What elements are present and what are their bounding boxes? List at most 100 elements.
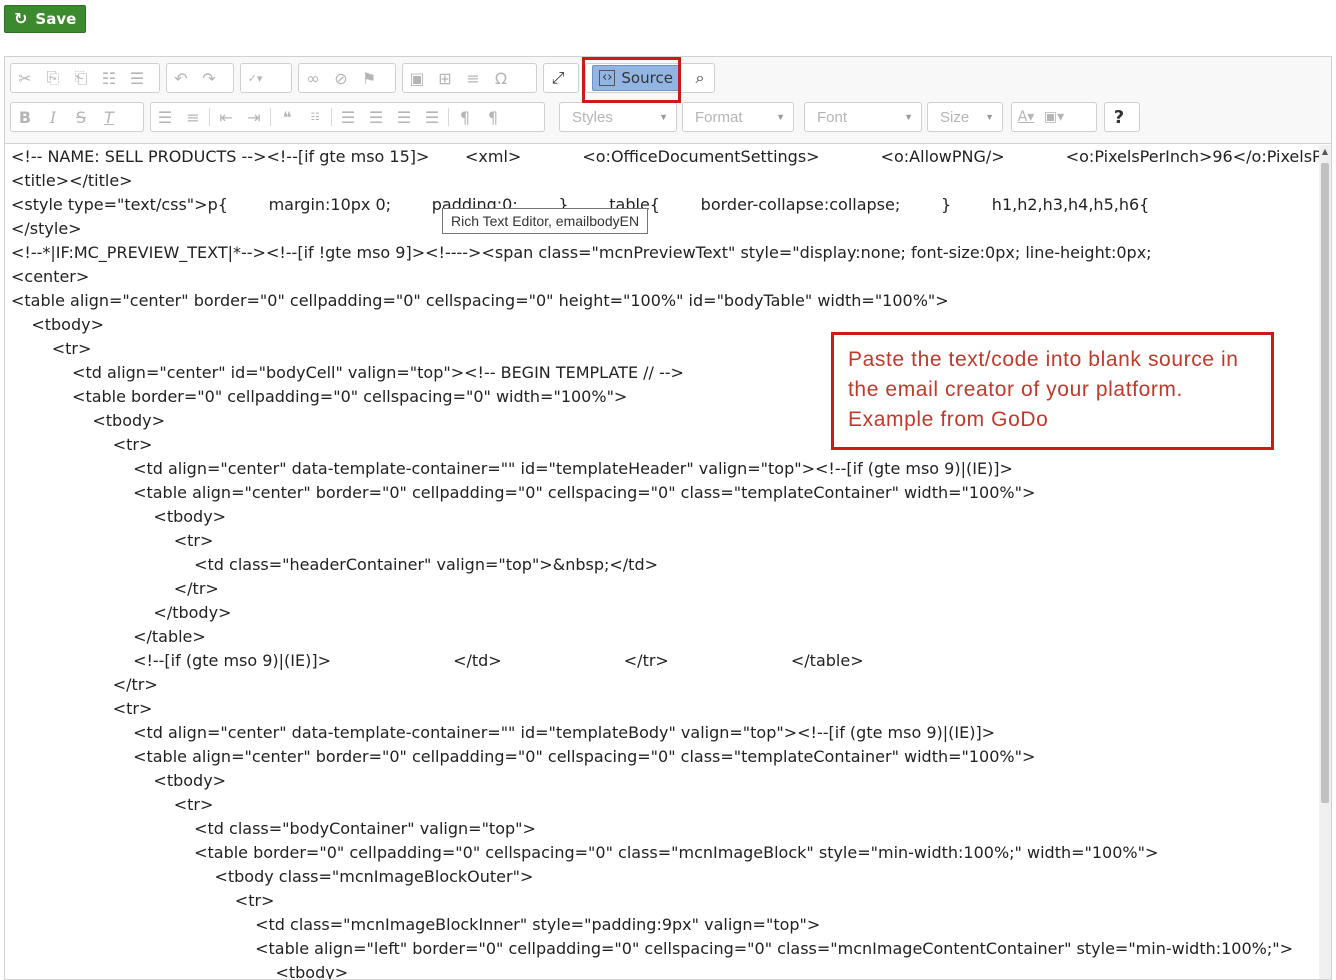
clipboard-group: ✂ ⎘ ⎗ ☷ ☰ (10, 63, 160, 93)
code-line: <title></title> (11, 171, 133, 190)
paste-text-icon[interactable]: ☷ (95, 64, 123, 92)
justify-icon[interactable]: ☰ (418, 103, 446, 131)
code-line: </tr> (11, 579, 219, 598)
code-line: </style> (11, 219, 82, 238)
italic-icon[interactable]: I (39, 103, 67, 131)
chevron-down-icon: ▼ (904, 112, 913, 122)
undo-icon[interactable]: ↶ (167, 64, 195, 92)
code-line: <tr> (11, 339, 92, 358)
preview-icon[interactable]: ⌕ (686, 64, 714, 92)
chevron-down-icon: ▼ (776, 112, 785, 122)
table-icon[interactable]: ⊞ (431, 64, 459, 92)
history-group: ↶ ↷ (166, 63, 234, 93)
source-highlight-box (582, 57, 681, 103)
code-line: <tr> (11, 891, 275, 910)
code-line: </table> (11, 627, 206, 646)
spellcheck-icon[interactable]: ✓▾ (241, 64, 269, 92)
ltr-icon[interactable]: ¶ (451, 103, 479, 131)
bold-icon[interactable]: B (11, 103, 39, 131)
code-line: <table align="center" border="0" cellpad… (11, 747, 1036, 766)
div-container-icon[interactable]: ☷ (301, 103, 329, 131)
code-line: <td align="center" id="bodyCell" valign=… (11, 363, 684, 382)
separator (270, 108, 271, 126)
rtl-icon[interactable]: ¶ (479, 103, 507, 131)
maximize-group: ⤢ (543, 63, 579, 93)
code-line: <tbody> (11, 411, 166, 430)
code-line: <tbody> (11, 963, 349, 980)
redo-icon[interactable]: ↷ (195, 64, 223, 92)
code-line: <tr> (11, 795, 214, 814)
code-line: <!--*|IF:MC_PREVIEW_TEXT|*--><!--[if !gt… (11, 243, 1152, 262)
size-label: Size (940, 108, 970, 126)
insert-group: ▣ ⊞ ≡ Ω (402, 63, 537, 93)
blockquote-icon[interactable]: ❝ (273, 103, 301, 131)
align-right-icon[interactable]: ☰ (390, 103, 418, 131)
code-line: <td class="mcnImageBlockInner" style="pa… (11, 915, 821, 934)
save-button[interactable]: ↻ Save (4, 5, 86, 33)
source-code-area[interactable]: <!-- NAME: SELL PRODUCTS --><!--[if gte … (11, 145, 1321, 980)
horizontal-line-icon[interactable]: ≡ (459, 64, 487, 92)
code-line: <table align="left" border="0" cellpaddi… (11, 939, 1294, 958)
format-dropdown[interactable]: Format ▼ (682, 102, 794, 132)
code-line: <center> (11, 267, 90, 286)
link-group: ∞ ⊘ ⚑ (298, 63, 396, 93)
size-dropdown[interactable]: Size ▼ (927, 102, 1003, 132)
code-line: <!-- NAME: SELL PRODUCTS --><!--[if gte … (11, 147, 1321, 166)
chevron-down-icon: ▼ (659, 112, 668, 122)
basic-style-group: B I S T (10, 102, 144, 132)
background-color-icon[interactable]: ▣▾ (1040, 103, 1068, 131)
text-color-icon[interactable]: A▾ (1012, 103, 1040, 131)
format-label: Format (695, 108, 743, 126)
code-line: </tbody> (11, 603, 232, 622)
align-center-icon[interactable]: ☰ (362, 103, 390, 131)
code-line: <tr> (11, 435, 153, 454)
strikethrough-icon[interactable]: S (67, 103, 95, 131)
save-button-label: Save (35, 10, 77, 28)
vertical-scrollbar[interactable]: ▲ (1319, 145, 1331, 979)
code-line: <tbody> (11, 771, 227, 790)
numbered-list-icon[interactable]: ☰ (151, 103, 179, 131)
separator (209, 108, 210, 126)
unlink-icon[interactable]: ⊘ (327, 64, 355, 92)
copy-icon[interactable]: ⎘ (39, 64, 67, 92)
code-line: <tr> (11, 531, 214, 550)
code-line: <td align="center" data-template-contain… (11, 459, 1013, 478)
chevron-down-icon: ▼ (985, 112, 994, 122)
align-left-icon[interactable]: ☰ (334, 103, 362, 131)
instruction-note: Paste the text/code into blank source in… (831, 332, 1274, 450)
bulleted-list-icon[interactable]: ≡ (179, 103, 207, 131)
font-label: Font (817, 108, 848, 126)
code-line: <td class="headerContainer" valign="top"… (11, 555, 658, 574)
special-char-icon[interactable]: Ω (487, 64, 515, 92)
spellcheck-group: ✓▾ (240, 63, 292, 93)
font-dropdown[interactable]: Font ▼ (804, 102, 922, 132)
indent-icon[interactable]: ⇥ (240, 103, 268, 131)
code-line: <tbody> (11, 507, 227, 526)
maximize-icon[interactable]: ⤢ (544, 64, 572, 92)
rich-text-editor: ✂ ⎘ ⎗ ☷ ☰ ↶ ↷ ✓▾ ∞ ⊘ ⚑ ▣ ⊞ ≡ Ω ⤢ ‹› Sour… (4, 56, 1332, 980)
code-line: <table align="center" border="0" cellpad… (11, 483, 1036, 502)
remove-format-icon[interactable]: T (95, 103, 123, 131)
paste-icon[interactable]: ⎗ (67, 64, 95, 92)
code-line: <table border="0" cellpadding="0" cellsp… (11, 843, 1159, 862)
paragraph-group: ☰ ≡ ⇤ ⇥ ❝ ☷ ☰ ☰ ☰ ☰ ¶ ¶ (150, 102, 545, 132)
code-line: <!--[if (gte mso 9)|(IE)]> </td> </tr> <… (11, 651, 864, 670)
code-line: <tbody class="mcnImageBlockOuter"> (11, 867, 534, 886)
scrollbar-thumb[interactable] (1321, 163, 1329, 803)
link-icon[interactable]: ∞ (299, 64, 327, 92)
image-icon[interactable]: ▣ (403, 64, 431, 92)
color-group: A▾ ▣▾ (1011, 102, 1097, 132)
separator (448, 108, 449, 126)
separator (331, 108, 332, 126)
code-line: <td align="center" data-template-contain… (11, 723, 996, 742)
help-icon[interactable]: ? (1105, 103, 1133, 131)
paste-word-icon[interactable]: ☰ (123, 64, 151, 92)
anchor-icon[interactable]: ⚑ (355, 64, 383, 92)
code-line: <table align="center" border="0" cellpad… (11, 291, 949, 310)
styles-dropdown[interactable]: Styles ▼ (559, 102, 677, 132)
cut-icon[interactable]: ✂ (11, 64, 39, 92)
styles-label: Styles (572, 108, 613, 126)
scroll-up-icon[interactable]: ▲ (1319, 145, 1331, 159)
code-line: <table border="0" cellpadding="0" cellsp… (11, 387, 628, 406)
outdent-icon[interactable]: ⇤ (212, 103, 240, 131)
